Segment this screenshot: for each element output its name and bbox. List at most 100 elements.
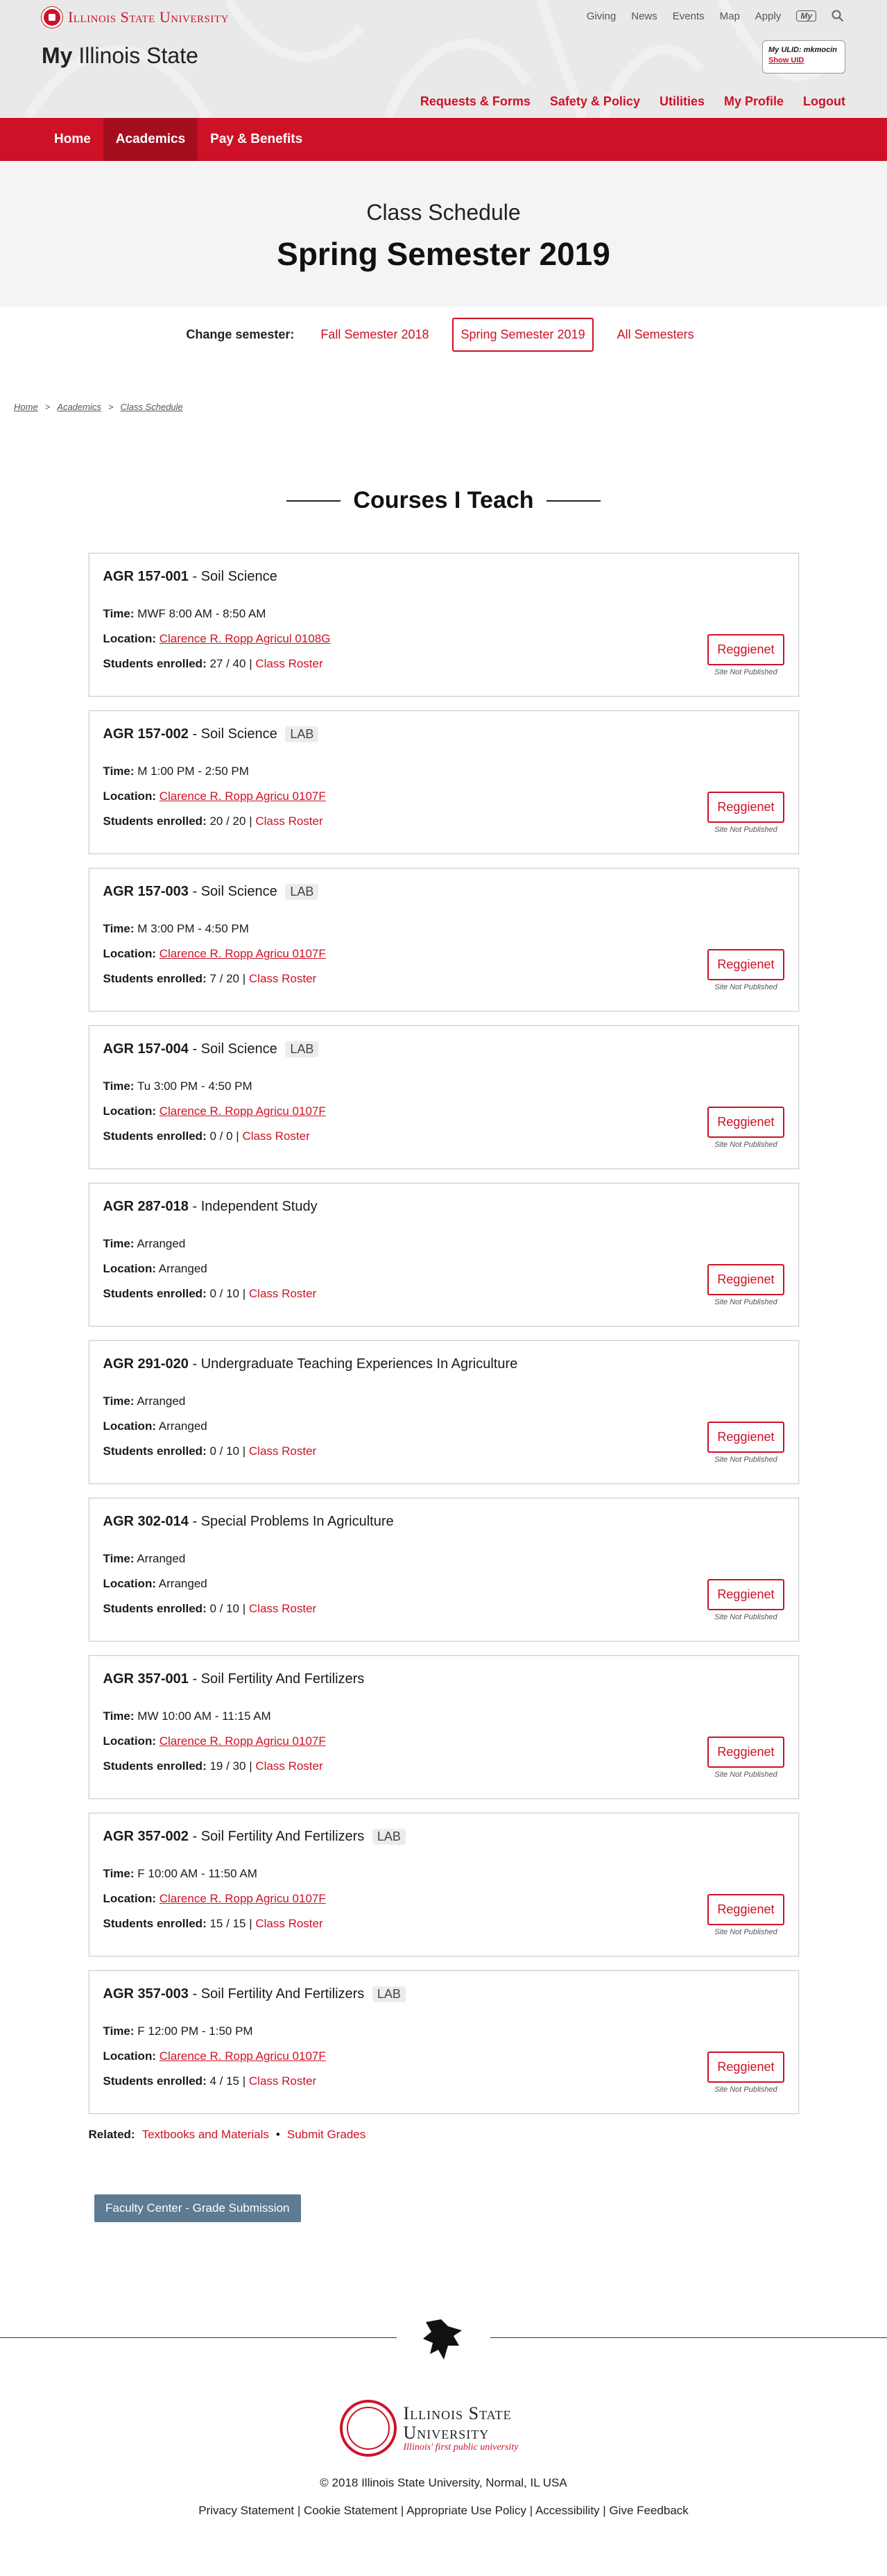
top-link-events[interactable]: Events	[673, 10, 705, 22]
course-location[interactable]: Clarence R. Ropp Agricu 0107F	[160, 790, 326, 803]
course-title: AGR 157-003 - Soil Science LAB	[103, 884, 784, 900]
page-hero: Class Schedule Spring Semester 2019	[0, 161, 887, 307]
location-label: Location:	[103, 1419, 157, 1433]
reggienet-button[interactable]: Reggienet	[707, 2052, 784, 2083]
class-roster-link[interactable]: Class Roster	[255, 657, 322, 670]
top-link-news[interactable]: News	[631, 10, 657, 22]
university-logo[interactable]: Illinois State University	[42, 7, 229, 28]
time-label: Time:	[103, 922, 135, 935]
course-card: AGR 157-002 - Soil Science LAB Time: M 1…	[88, 710, 799, 854]
utility-utilities[interactable]: Utilities	[660, 94, 705, 109]
course-location-row: Location: Clarence R. Ropp Agricu 0107F	[103, 941, 784, 966]
reggienet-block: Reggienet Site Not Published	[707, 1737, 784, 1779]
copyright: © 2018 Illinois State University, Normal…	[320, 2476, 567, 2489]
course-enrolled: 19 / 30	[209, 1759, 246, 1773]
site-title[interactable]: My Illinois State	[42, 43, 198, 69]
utility-requests-forms[interactable]: Requests & Forms	[420, 94, 531, 109]
course-location-row: Location: Arranged	[103, 1571, 784, 1596]
course-title: AGR 357-003 - Soil Fertility And Fertili…	[103, 1986, 784, 2002]
page-eyebrow: Class Schedule	[366, 200, 521, 225]
breadcrumb-class-schedule[interactable]: Class Schedule	[120, 402, 182, 412]
footer-wordmark-line2: University	[403, 2423, 490, 2443]
course-location[interactable]: Clarence R. Ropp Agricu 0107F	[160, 1104, 326, 1118]
course-location[interactable]: Clarence R. Ropp Agricu 0107F	[160, 947, 326, 960]
class-roster-link[interactable]: Class Roster	[255, 1917, 322, 1930]
footer-link-feedback[interactable]: Give Feedback	[609, 2504, 688, 2517]
textbooks-link[interactable]: Textbooks and Materials	[142, 2128, 269, 2142]
breadcrumb-academics[interactable]: Academics	[57, 402, 101, 412]
semester-option-all[interactable]: All Semesters	[610, 319, 701, 350]
utility-safety-policy[interactable]: Safety & Policy	[550, 94, 640, 109]
reggienet-button[interactable]: Reggienet	[707, 1107, 784, 1138]
reggienet-button[interactable]: Reggienet	[707, 1579, 784, 1610]
reggienet-button[interactable]: Reggienet	[707, 949, 784, 980]
reggienet-button[interactable]: Reggienet	[707, 1264, 784, 1295]
top-link-apply[interactable]: Apply	[755, 10, 782, 22]
footer-link-separator: |	[400, 2504, 407, 2517]
reggienet-button[interactable]: Reggienet	[707, 1737, 784, 1768]
time-label: Time:	[103, 1237, 135, 1250]
course-card: AGR 357-003 - Soil Fertility And Fertili…	[88, 1970, 799, 2114]
course-title-dash: -	[192, 569, 201, 584]
course-time-row: Time: Arranged	[103, 1389, 784, 1414]
semester-switcher: Change semester: Fall Semester 2018 Spri…	[0, 307, 887, 362]
class-roster-link[interactable]: Class Roster	[249, 972, 316, 985]
submit-grades-link[interactable]: Submit Grades	[287, 2128, 365, 2142]
location-label: Location:	[103, 947, 157, 960]
class-roster-link[interactable]: Class Roster	[255, 1759, 322, 1773]
search-icon[interactable]	[832, 10, 844, 22]
class-roster-link[interactable]: Class Roster	[249, 1444, 316, 1458]
course-enrolled: 7 / 20	[209, 972, 240, 985]
course-code: AGR 287-018	[103, 1199, 189, 1214]
footer-link-separator: |	[297, 2504, 304, 2517]
faculty-center-button[interactable]: Faculty Center - Grade Submission	[94, 2194, 301, 2222]
course-location[interactable]: Clarence R. Ropp Agricu 0107F	[160, 2049, 326, 2063]
university-seal-icon	[42, 7, 62, 28]
class-roster-link[interactable]: Class Roster	[249, 2074, 316, 2088]
location-label: Location:	[103, 1734, 157, 1748]
semester-option-spring-2019[interactable]: Spring Semester 2019	[452, 317, 594, 352]
reggienet-button[interactable]: Reggienet	[707, 1422, 784, 1453]
course-name: Soil Science	[200, 569, 277, 584]
class-roster-link[interactable]: Class Roster	[249, 1287, 316, 1300]
my-badge-button[interactable]: My	[796, 10, 816, 22]
course-time: Arranged	[137, 1237, 186, 1250]
class-roster-link[interactable]: Class Roster	[249, 1602, 316, 1615]
top-link-giving[interactable]: Giving	[587, 10, 617, 22]
breadcrumb-home[interactable]: Home	[14, 402, 38, 412]
footer-link-accessibility[interactable]: Accessibility	[535, 2504, 600, 2517]
footer-link-privacy[interactable]: Privacy Statement	[198, 2504, 294, 2517]
nav-home[interactable]: Home	[42, 118, 103, 161]
nav-academics[interactable]: Academics	[103, 118, 198, 161]
show-uid-link[interactable]: Show UID	[768, 56, 839, 66]
top-link-map[interactable]: Map	[720, 10, 740, 22]
course-title: AGR 157-002 - Soil Science LAB	[103, 726, 784, 742]
footer-link-appropriate-use[interactable]: Appropriate Use Policy	[406, 2504, 526, 2517]
ulid-label: My ULID: mkmocin	[768, 46, 838, 54]
reggienet-button[interactable]: Reggienet	[707, 792, 784, 823]
footer-links: Privacy Statement | Cookie Statement | A…	[0, 2504, 887, 2518]
course-location[interactable]: Clarence R. Ropp Agricu 0107F	[160, 1892, 326, 1905]
course-location[interactable]: Clarence R. Ropp Agricu 0107F	[160, 1734, 326, 1748]
semester-option-fall-2018[interactable]: Fall Semester 2018	[313, 319, 436, 350]
enrolled-label: Students enrolled:	[103, 1759, 207, 1773]
class-roster-link[interactable]: Class Roster	[255, 814, 322, 828]
utility-my-profile[interactable]: My Profile	[724, 94, 784, 109]
ulid-box: My ULID: mkmocin Show UID	[762, 40, 845, 74]
course-title-dash: -	[192, 1671, 201, 1687]
nav-pay-benefits[interactable]: Pay & Benefits	[198, 118, 315, 161]
course-time-row: Time: F 12:00 PM - 1:50 PM	[103, 2019, 784, 2044]
course-location-row: Location: Clarence R. Ropp Agricu 0107F	[103, 1886, 784, 1911]
reggienet-button[interactable]: Reggienet	[707, 634, 784, 665]
class-roster-link[interactable]: Class Roster	[242, 1129, 309, 1143]
reggienet-button[interactable]: Reggienet	[707, 1894, 784, 1925]
reggienet-block: Reggienet Site Not Published	[707, 1107, 784, 1149]
course-enrolled: 15 / 15	[209, 1917, 246, 1930]
course-title-dash: -	[192, 1356, 201, 1372]
utility-logout[interactable]: Logout	[803, 94, 845, 109]
footer-link-cookie[interactable]: Cookie Statement	[304, 2504, 397, 2517]
course-location[interactable]: Clarence R. Ropp Agricul 0108G	[160, 632, 331, 645]
course-card: AGR 157-001 - Soil Science Time: MWF 8:0…	[88, 553, 799, 697]
footer-logo[interactable]: Illinois State University Illinois' firs…	[339, 2400, 548, 2457]
enrolled-separator: |	[242, 1444, 249, 1458]
